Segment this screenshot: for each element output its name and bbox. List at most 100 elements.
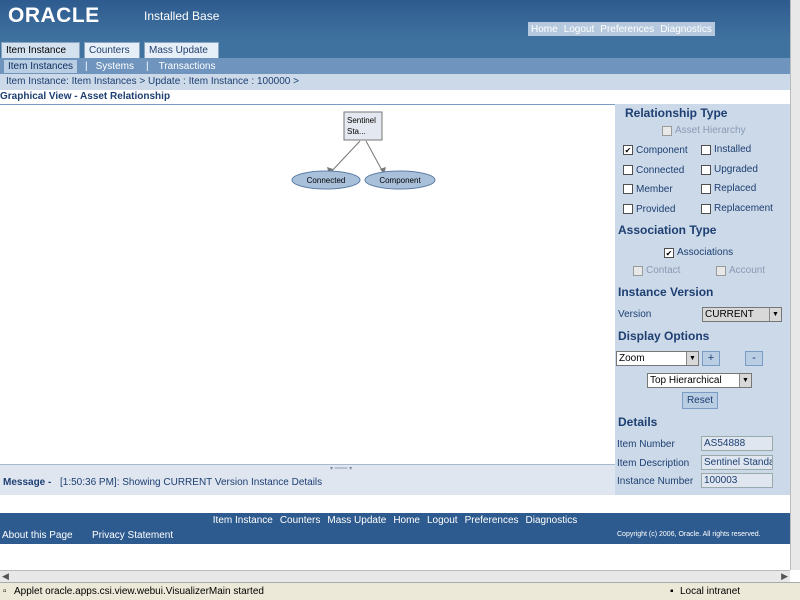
contact-checkbox[interactable] [633,266,643,276]
layout-select-value: Top Hierarchical [650,375,722,386]
footer: Item Instance Counters Mass Update Home … [0,513,790,544]
copyright-text: Copyright (c) 2006, Oracle. All rights r… [617,531,761,538]
scroll-left-icon[interactable]: ◀ [2,571,9,582]
connected-label: Connected [636,165,685,176]
security-zone-text: Local intranet [680,586,741,597]
global-link-diagnostics[interactable]: Diagnostics [660,24,712,35]
about-page-link[interactable]: About this Page [2,530,73,541]
node-component-label: Component [379,176,421,185]
chevron-down-icon: ▼ [686,352,698,365]
associations-checkbox[interactable] [664,248,674,258]
replacement-checkbox[interactable] [701,204,711,214]
global-link-logout[interactable]: Logout [564,24,595,35]
chevron-down-icon: ▼ [769,308,781,321]
global-link-preferences[interactable]: Preferences [600,24,654,35]
footer-link-logout[interactable]: Logout [427,515,458,526]
horizontal-scrollbar[interactable]: ◀ ▶ [0,570,790,582]
associations-label: Associations [677,247,734,258]
pane-splitter[interactable]: ▾ ═══ ▾ [0,464,615,472]
footer-link-preferences[interactable]: Preferences [465,515,519,526]
zoom-select-value: Zoom [619,353,645,364]
privacy-statement-link[interactable]: Privacy Statement [92,530,173,541]
footer-link-mass-update[interactable]: Mass Update [327,515,386,526]
component-label: Component [636,145,688,156]
zoom-out-button[interactable]: - [745,351,763,366]
graph-edge [328,140,361,175]
item-description-field[interactable]: Sentinel Standa [701,455,773,470]
contact-label: Contact [646,265,681,276]
footer-links: Item Instance Counters Mass Update Home … [0,513,790,528]
tab-item-instance[interactable]: Item Instance [1,42,80,58]
relationship-type-heading: Relationship Type [625,106,728,120]
subnav-bar: Item Instances | Systems | Transactions [0,58,790,74]
upgraded-checkbox[interactable] [701,165,711,175]
member-label: Member [636,184,673,195]
layout-select[interactable]: Top Hierarchical ▼ [647,373,752,388]
global-links: Home Logout Preferences Diagnostics [528,22,715,36]
subnav-item-instances[interactable]: Item Instances [4,59,78,73]
display-options-heading: Display Options [618,329,710,343]
account-label: Account [729,265,766,276]
asset-graph: Sentinel Sta... Connected Component [291,111,436,190]
item-description-label: Item Description [617,458,690,469]
subnav-separator: | [145,60,149,72]
intranet-icon: ▪ [670,586,674,597]
node-connected-label: Connected [307,176,346,185]
member-checkbox[interactable] [623,184,633,194]
provided-label: Provided [636,204,676,215]
root-node-label-1: Sentinel [347,116,376,125]
footer-link-diagnostics[interactable]: Diagnostics [526,515,578,526]
installed-checkbox[interactable] [701,145,711,155]
instance-number-label: Instance Number [617,476,694,487]
scroll-right-icon[interactable]: ▶ [781,571,788,582]
association-type-heading: Association Type [618,223,717,237]
graph-canvas[interactable]: Sentinel Sta... Connected Component [0,106,615,464]
upgraded-label: Upgraded [714,164,758,175]
subnav-systems[interactable]: Systems [96,61,134,72]
replaced-label: Replaced [714,183,757,194]
page-icon: ▫ [3,586,7,597]
details-heading: Details [618,415,658,429]
replacement-label: Replacement [714,203,773,214]
chevron-down-icon: ▼ [739,374,751,387]
subnav-separator: | [85,60,88,72]
component-checkbox[interactable] [623,145,633,155]
connected-checkbox[interactable] [623,165,633,175]
instance-number-field[interactable]: 100003 [701,473,773,488]
version-select-value: CURRENT [705,309,754,320]
footer-link-counters[interactable]: Counters [280,515,321,526]
provided-checkbox[interactable] [623,204,633,214]
global-link-home[interactable]: Home [531,24,558,35]
app-title: Installed Base [144,9,220,23]
version-select[interactable]: CURRENT ▼ [702,307,782,322]
root-node-label-2: Sta... [347,127,366,136]
header-bar: ORACLE Installed Base Home Logout Prefer… [0,0,790,40]
zoom-in-button[interactable]: + [702,351,720,366]
message-text: [1:50:36 PM]: Showing CURRENT Version In… [60,477,323,488]
vertical-scrollbar[interactable] [790,0,800,570]
zoom-select[interactable]: Zoom ▼ [616,351,699,366]
footer-link-home[interactable]: Home [393,515,420,526]
installed-label: Installed [714,144,752,155]
subnav-transactions[interactable]: Transactions [159,61,216,72]
tab-counters[interactable]: Counters [84,42,140,58]
asset-hierarchy-checkbox[interactable] [662,126,672,136]
version-label: Version [618,309,652,320]
breadcrumb[interactable]: Item Instance: Item Instances > Update :… [0,74,790,90]
item-number-field[interactable]: AS54888 [701,436,773,451]
status-text: Applet oracle.apps.csi.view.webui.Visual… [14,586,264,597]
browser-status-bar: ▫ Applet oracle.apps.csi.view.webui.Visu… [0,582,800,600]
instance-version-heading: Instance Version [618,285,714,299]
message-label: Message - [3,477,52,488]
page-title: Graphical View - Asset Relationship [0,91,790,105]
message-bar: Message - [1:50:36 PM]: Showing CURRENT … [0,471,615,495]
options-panel: Relationship Type Asset Hierarchy Compon… [615,104,790,495]
tab-mass-update[interactable]: Mass Update [144,42,219,58]
oracle-logo: ORACLE [8,4,100,27]
reset-button[interactable]: Reset [682,392,718,409]
replaced-checkbox[interactable] [701,184,711,194]
asset-hierarchy-label: Asset Hierarchy [675,125,746,136]
item-number-label: Item Number [617,439,675,450]
footer-link-item-instance[interactable]: Item Instance [213,515,273,526]
account-checkbox[interactable] [716,266,726,276]
